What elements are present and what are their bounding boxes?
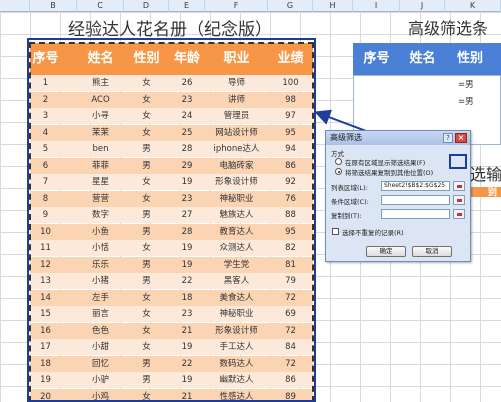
column-header-e[interactable]: E: [169, 0, 205, 12]
method-label: 方式: [331, 150, 344, 158]
picker-highlight-ring: [449, 154, 467, 169]
advanced-filter-dialog: 高级筛选 ? × 方式 在原有区域显示筛选结果(F) 将筛选结果复制到其他位置(…: [325, 130, 471, 262]
copy-to-label: 复制到(T):: [331, 212, 362, 220]
copy-to-picker-icon[interactable]: [453, 209, 465, 219]
radio-copy-to-location[interactable]: [335, 168, 342, 175]
list-range-picker-icon[interactable]: [453, 181, 465, 191]
column-header-k[interactable]: K: [445, 0, 501, 12]
dialog-titlebar[interactable]: 高级筛选 ? ×: [326, 131, 470, 145]
list-range-highlight: [27, 38, 316, 402]
dialog-title: 高级筛选: [330, 133, 362, 142]
criteria-header-gender[interactable]: 性别: [445, 43, 495, 75]
close-icon[interactable]: ×: [455, 133, 467, 143]
criteria-value-1[interactable]: =男: [458, 78, 474, 90]
criteria-header-number[interactable]: 序号: [353, 43, 400, 75]
column-header-bar: B C D E F G H I J K: [0, 0, 501, 12]
column-header-b[interactable]: B: [30, 0, 77, 12]
output-header-partial: 别: [470, 187, 501, 198]
radio-filter-in-place[interactable]: [335, 158, 342, 165]
unique-records-label[interactable]: 选择不重复的记录(R): [342, 227, 404, 237]
criteria-value-2[interactable]: =男: [458, 95, 474, 107]
radio-copy-to-location-label[interactable]: 将筛选结果复制到其他位置(O): [345, 167, 433, 177]
sheet-title: 经验达人花名册（纪念版）: [68, 20, 272, 40]
column-header-i[interactable]: I: [353, 0, 400, 12]
criteria-range-label: 条件区域(C):: [331, 198, 369, 206]
ok-button[interactable]: 确定: [366, 246, 406, 257]
cancel-button[interactable]: 取消: [412, 246, 452, 257]
list-range-input[interactable]: Sheet2!$B$2:$G$25: [381, 181, 450, 191]
column-header-h[interactable]: H: [313, 0, 353, 12]
help-icon[interactable]: ?: [443, 133, 453, 143]
spreadsheet-window: B C D E F G H I J K 经验达人花名册（纪念版） 序号 姓名 性…: [0, 0, 501, 402]
list-range-label: 列表区域(L):: [331, 184, 368, 192]
copy-to-input[interactable]: [381, 209, 450, 219]
criteria-range-picker-icon[interactable]: [453, 195, 465, 205]
column-header-j[interactable]: J: [400, 0, 445, 12]
unique-records-checkbox[interactable]: [332, 228, 339, 235]
criteria-header: 序号 姓名 性别: [353, 43, 501, 75]
column-header-d[interactable]: D: [124, 0, 169, 12]
criteria-range-input[interactable]: [381, 195, 450, 205]
output-header-partial-label: 别: [488, 188, 498, 198]
criteria-header-name[interactable]: 姓名: [400, 43, 445, 75]
corner-cell[interactable]: [0, 0, 30, 12]
right-title-2: 选输: [470, 165, 501, 184]
column-header-g[interactable]: G: [268, 0, 313, 12]
column-header-f[interactable]: F: [205, 0, 268, 12]
radio-filter-in-place-label[interactable]: 在原有区域显示筛选结果(F): [345, 157, 425, 167]
column-header-c[interactable]: C: [77, 0, 124, 12]
right-title: 高级筛选条: [408, 19, 489, 38]
